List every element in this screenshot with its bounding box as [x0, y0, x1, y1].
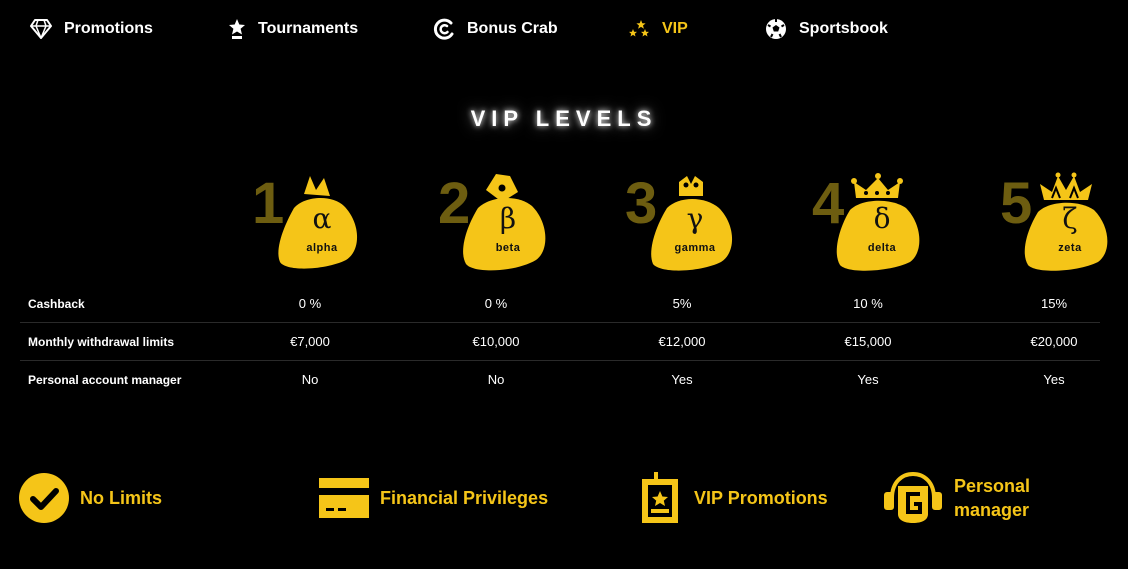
row-label: Personal account manager — [28, 373, 182, 387]
vip-level-3: 3 γ gamma — [625, 165, 745, 280]
feature-vip-promotions: VIP Promotions — [640, 470, 828, 526]
table-cell: Yes — [857, 372, 879, 387]
table-cell: €7,000 — [290, 334, 330, 349]
feature-no-limits: No Limits — [18, 470, 162, 526]
table-cell: 15% — [1040, 296, 1068, 311]
nav-label: VIP — [662, 20, 688, 37]
badge-star-icon — [642, 472, 678, 523]
level-name: delta — [867, 242, 897, 254]
headset-manager-icon — [884, 472, 942, 523]
row-label: Monthly withdrawal limits — [28, 335, 175, 349]
nav-label: Promotions — [64, 20, 153, 37]
table-row-withdrawal-limits: Monthly withdrawal limits €7,000 €10,000… — [20, 323, 1100, 361]
page-title: VIP LEVELS — [470, 106, 658, 131]
feature-label-line2: manager — [954, 500, 1030, 520]
table-cell: No — [487, 372, 505, 387]
feature-label-line1: Personal — [954, 476, 1031, 496]
vip-level-4: 4 δ delta — [812, 165, 932, 280]
level-name: beta — [495, 242, 521, 254]
table-cell: €10,000 — [472, 334, 520, 349]
feature-financial-privileges: Financial Privileges — [318, 470, 548, 526]
table-cell: €15,000 — [844, 334, 892, 349]
star-trophy-icon — [229, 19, 245, 39]
table-cell: Yes — [671, 372, 693, 387]
level-name: gamma — [674, 242, 716, 254]
feature-label: No Limits — [80, 488, 163, 508]
nav-item-promotions[interactable]: Promotions — [30, 17, 153, 41]
vip-level-5: 5 ζ zeta — [1000, 165, 1120, 280]
table-cell: €20,000 — [1030, 334, 1078, 349]
table-cell: Yes — [1043, 372, 1065, 387]
table-row-cashback: Cashback 0 % 0 % 5% 10 % 15% — [20, 285, 1100, 323]
vip-level-2: 2 β beta — [438, 165, 558, 280]
nav-label: Sportsbook — [799, 20, 888, 37]
nav-item-sportsbook[interactable]: Sportsbook — [765, 17, 888, 41]
credit-card-icon — [319, 478, 369, 518]
stars-icon — [629, 20, 649, 37]
table-cell: €12,000 — [658, 334, 706, 349]
table-cell: 10 % — [853, 296, 883, 311]
top-navigation: Promotions Tournaments Bonus Crab VIP Sp… — [0, 0, 1128, 58]
bonus-crab-icon — [433, 18, 454, 40]
soccer-ball-icon — [766, 19, 786, 39]
level-name: alpha — [306, 242, 338, 254]
feature-personal-manager: Personal manager — [882, 470, 1030, 526]
table-cell: 0 % — [484, 296, 508, 311]
nav-label: Tournaments — [258, 20, 359, 37]
check-circle-icon — [19, 473, 69, 523]
level-name: zeta — [1058, 242, 1082, 254]
feature-label: VIP Promotions — [694, 488, 828, 508]
table-row-account-manager: Personal account manager No No Yes Yes Y… — [20, 361, 1100, 398]
feature-label: Financial Privileges — [380, 488, 549, 508]
nav-item-vip[interactable]: VIP — [628, 17, 688, 41]
row-label: Cashback — [28, 297, 85, 311]
table-cell: No — [301, 372, 319, 387]
table-cell: 0 % — [298, 296, 322, 311]
level-symbol: β — [499, 202, 517, 235]
level-symbol: δ — [873, 202, 891, 235]
level-symbol: γ — [686, 202, 704, 235]
nav-item-tournaments[interactable]: Tournaments — [228, 17, 358, 41]
feature-label: Personal manager — [954, 474, 1030, 522]
level-symbol: ζ — [1062, 202, 1078, 235]
nav-label: Bonus Crab — [467, 20, 558, 37]
vip-level-1: 1 α alpha — [252, 165, 372, 280]
vip-comparison-table: Cashback 0 % 0 % 5% 10 % 15% Monthly wit… — [20, 285, 1100, 398]
table-cell: 5% — [672, 296, 692, 311]
nav-item-bonus-crab[interactable]: Bonus Crab — [433, 17, 558, 41]
diamond-icon — [30, 19, 52, 39]
level-symbol: α — [312, 202, 332, 235]
